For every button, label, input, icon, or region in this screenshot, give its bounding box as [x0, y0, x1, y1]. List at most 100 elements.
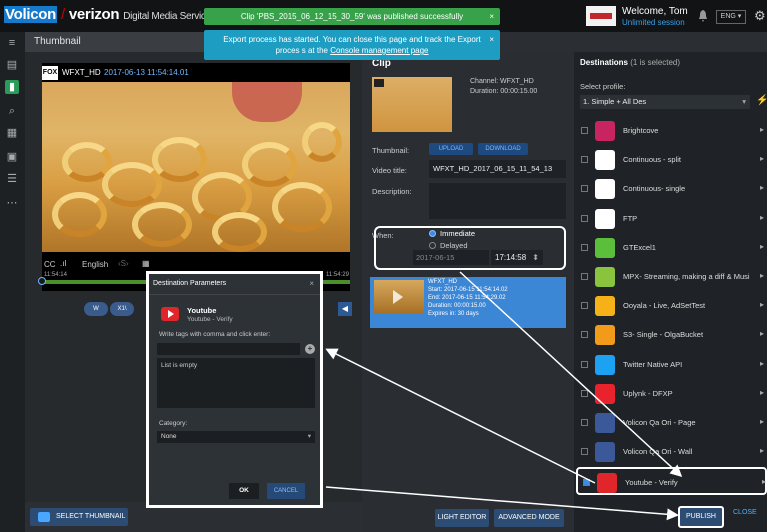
search-icon[interactable]: ⌕ [5, 104, 19, 118]
list-icon[interactable]: ☰ [5, 172, 19, 186]
width-button[interactable]: W [84, 302, 108, 316]
stepper-icon[interactable]: ⬍ [532, 250, 539, 265]
cancel-button[interactable]: CANCEL [267, 483, 305, 499]
destination-checkbox[interactable] [581, 302, 588, 310]
scheduled-clip-card[interactable]: WFXT_HD Start: 2017-06-15 11:54:14.02 En… [370, 277, 566, 328]
grid-icon[interactable]: ⋯ [5, 196, 19, 210]
destination-checkbox[interactable] [581, 389, 588, 397]
tags-input[interactable] [157, 343, 300, 355]
bookmark-icon[interactable]: ▮ [5, 80, 19, 94]
destination-checkbox[interactable] [581, 360, 588, 368]
destination-checkbox[interactable] [581, 419, 588, 426]
signal-icon: .ıl [60, 259, 67, 268]
destination-checkbox[interactable] [581, 243, 588, 251]
destination-name: Continuous - split [623, 155, 681, 165]
cc-button[interactable]: CC [44, 260, 56, 269]
chevron-right-icon[interactable]: ▸ [760, 242, 764, 251]
console-link[interactable]: Console management page [330, 46, 428, 55]
destination-parameters-dialog: Destination Parameters × Youtube Youtube… [146, 271, 323, 508]
sched-start: Start: 2017-06-15 11:54:14.02 [428, 287, 508, 293]
chevron-right-icon[interactable]: ▸ [760, 125, 764, 134]
gear-icon[interactable]: ⚙ [754, 8, 766, 24]
chevron-right-icon[interactable]: ▸ [762, 477, 766, 486]
chevron-right-icon[interactable]: ▸ [760, 446, 764, 455]
destination-name: Brightcove [623, 126, 659, 135]
calendar-icon[interactable]: ▦ [5, 126, 19, 140]
menu-icon[interactable]: ≡ [5, 36, 19, 50]
filter-icon[interactable]: ⚡ [756, 95, 767, 106]
speed-button[interactable]: X1\ [110, 302, 134, 316]
ftp-icon [595, 208, 615, 229]
destination-row[interactable]: FTP ▸ [576, 205, 767, 233]
ok-button[interactable]: OK [229, 483, 259, 499]
destination-checkbox[interactable] [581, 331, 588, 339]
select-thumbnail-button[interactable]: SELECT THUMBNAIL [30, 508, 128, 526]
destination-checkbox[interactable] [581, 214, 588, 222]
destination-checkbox[interactable] [581, 127, 588, 134]
caption-language[interactable]: English [82, 260, 108, 269]
delayed-radio[interactable] [429, 242, 436, 249]
destination-row[interactable]: MPX- Streaming, making a diff & Musi ▸ [576, 263, 767, 291]
chevron-right-icon[interactable]: ▸ [760, 329, 764, 338]
download-button[interactable]: DOWNLOAD [478, 143, 528, 155]
channel-name: WFXT_HD [62, 68, 101, 77]
sched-channel: WFXT_HD [428, 279, 457, 285]
destination-row[interactable]: Ooyala - Live, AdSetTest ▸ [576, 292, 767, 320]
timeline-handle[interactable] [38, 277, 46, 285]
close-icon[interactable]: × [489, 34, 494, 45]
destination-checkbox[interactable] [581, 273, 588, 280]
destination-row[interactable]: S3- Single - OlgaBucket ▸ [576, 321, 767, 349]
destination-checkbox[interactable] [581, 448, 588, 456]
destination-row[interactable]: Volicon Qa Ori - Page ▸ [576, 409, 767, 437]
close-icon[interactable]: × [489, 8, 494, 25]
add-tag-icon[interactable]: + [305, 344, 315, 354]
time-input[interactable]: 17:14:58 ⬍ [491, 250, 543, 265]
destination-checkbox[interactable] [583, 479, 590, 487]
chevron-right-icon[interactable]: ▸ [760, 154, 764, 163]
clip-info: Channel: WFXT_HD Duration: 00:00:15.00 [470, 77, 537, 97]
volume-icon[interactable]: ◀ [338, 302, 352, 316]
chevron-right-icon[interactable]: ▸ [760, 213, 764, 222]
success-toast: Clip 'PBS_2015_06_12_15_30_59' was publi… [204, 8, 500, 25]
chevron-right-icon[interactable]: ▸ [760, 388, 764, 397]
time-value: 17:14:58 [495, 253, 527, 262]
destination-row[interactable]: Volicon Qa Ori - Wall ▸ [576, 438, 767, 466]
thumbnail-label: Thumbnail: [372, 146, 410, 155]
immediate-radio[interactable] [429, 230, 436, 237]
chevron-right-icon[interactable]: ▸ [760, 271, 764, 280]
library-icon[interactable]: ▤ [5, 58, 19, 72]
advanced-mode-button[interactable]: ADVANCED MODE [494, 509, 564, 527]
prev-icon[interactable]: ‹S› [118, 259, 129, 268]
destination-checkbox[interactable] [581, 156, 588, 164]
destination-row[interactable]: Twitter Native API ▸ [576, 351, 767, 379]
tag-list: List is empty [157, 358, 315, 408]
description-input[interactable] [429, 183, 566, 219]
chevron-right-icon[interactable]: ▸ [760, 300, 764, 309]
chevron-right-icon[interactable]: ▸ [760, 183, 764, 192]
destination-row[interactable]: Continuous- single ▸ [576, 175, 767, 203]
upload-button[interactable]: UPLOAD [429, 143, 473, 155]
start-time: 11:54:14 [44, 272, 67, 278]
light-editor-button[interactable]: LIGHT EDITOR [435, 509, 489, 527]
category-select[interactable]: None ▾ [157, 431, 315, 443]
chevron-right-icon[interactable]: ▸ [760, 359, 764, 368]
video-title-input[interactable]: WFXT_HD_2017_06_15_11_54_13 [429, 160, 566, 178]
close-button[interactable]: CLOSE [733, 509, 757, 516]
play-icon[interactable] [393, 290, 403, 304]
language-select[interactable]: ENG ▾ [716, 10, 746, 24]
profile-select[interactable]: 1. Simple + All Des ▾ [580, 95, 750, 109]
close-icon[interactable]: × [309, 279, 314, 288]
monitor-icon[interactable]: ▣ [5, 150, 19, 164]
date-input[interactable]: 2017-06-15 [413, 250, 489, 265]
publish-button[interactable]: PUBLISH [678, 506, 724, 528]
calendar-icon[interactable]: ▦ [142, 259, 150, 268]
destination-row[interactable]: Brightcove ▸ [576, 117, 767, 145]
destination-row[interactable]: GTExcel1 ▸ [576, 234, 767, 262]
destination-row[interactable]: Uplynk - DFXP ▸ [576, 380, 767, 408]
clip-channel: Channel: WFXT_HD [470, 78, 534, 85]
destination-row[interactable]: Youtube - Verify ▸ [576, 467, 767, 496]
destination-row[interactable]: Continuous - split ▸ [576, 146, 767, 174]
chevron-right-icon[interactable]: ▸ [760, 417, 764, 426]
bell-icon[interactable] [698, 10, 708, 22]
destination-checkbox[interactable] [581, 185, 588, 193]
